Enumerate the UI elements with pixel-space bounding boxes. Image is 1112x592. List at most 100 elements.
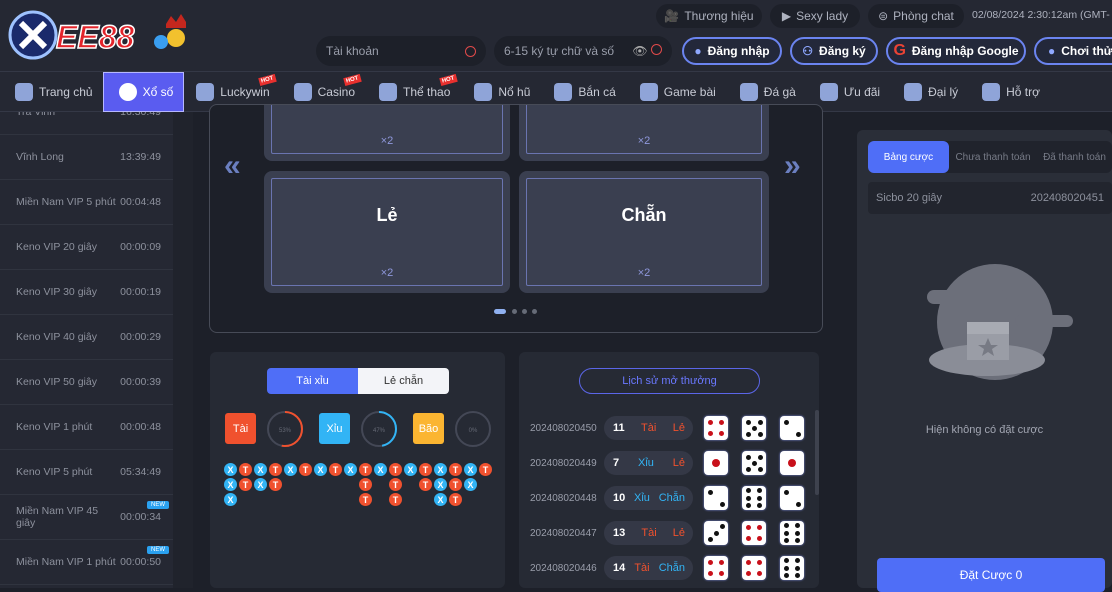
sexy-lady-link[interactable]: ▶ Sexy lady bbox=[770, 4, 860, 28]
google-login-button[interactable]: G Đăng nhập Google bbox=[886, 37, 1026, 65]
bead-tai: T bbox=[299, 463, 312, 476]
die-5 bbox=[742, 451, 766, 475]
robot-icon: ● bbox=[1048, 44, 1056, 58]
play-icon bbox=[293, 82, 312, 101]
tab-le-chan[interactable]: Lẻ chẵn bbox=[358, 368, 449, 394]
eye-off-icon[interactable]: 👁 bbox=[632, 44, 647, 58]
nav-item-1[interactable]: Xổ số bbox=[102, 71, 185, 112]
user-plus-icon: ⚇ bbox=[802, 44, 814, 58]
result-pill: 13 Tài Lẻ bbox=[604, 521, 693, 545]
draw-history-button[interactable]: Lịch sử mở thưởng bbox=[579, 368, 760, 394]
header: EE88 🎥 Thương hiệu ▶ Sexy lady ⊜ Phòng chat… bbox=[0, 0, 1112, 72]
bet-card[interactable]: ×2 bbox=[519, 105, 769, 161]
die-4 bbox=[742, 556, 766, 580]
slot-icon bbox=[474, 82, 493, 101]
bead-xiu: X bbox=[374, 463, 387, 476]
brand-link[interactable]: 🎥 Thương hiệu bbox=[656, 4, 762, 28]
bead-tai: T bbox=[389, 463, 402, 476]
tab-unpaid[interactable]: Chưa thanh toán bbox=[949, 152, 1037, 163]
bead-tai: T bbox=[389, 493, 402, 506]
bead-xiu: X bbox=[434, 463, 447, 476]
login-button[interactable]: ● Đăng nhập bbox=[682, 37, 782, 65]
bead-xiu: X bbox=[284, 463, 297, 476]
stats-tabs: Tài xỉu Lẻ chẵn bbox=[267, 368, 449, 394]
bead-xiu: X bbox=[344, 463, 357, 476]
history-row: 202408020449 7 Xỉu Lẻ bbox=[530, 451, 693, 475]
sidebar-lottery-item[interactable]: Miền Nam VIP 1 phút 00:00:50 NEW bbox=[0, 540, 173, 585]
hot-badge: HOT bbox=[343, 73, 362, 86]
datetime: 02/08/2024 2:30:12am (GMT- bbox=[972, 9, 1110, 21]
new-badge: NEW bbox=[147, 546, 169, 554]
page-dot-active[interactable] bbox=[494, 309, 506, 314]
book-icon bbox=[982, 82, 1001, 101]
bead-tai: T bbox=[329, 463, 342, 476]
hot-badge: HOT bbox=[258, 73, 277, 86]
next-arrow-icon[interactable]: » bbox=[784, 149, 801, 183]
bet-card-chan[interactable]: Chẵn ×2 bbox=[519, 171, 769, 293]
result-pill: 11 Tài Lẻ bbox=[604, 416, 693, 440]
sidebar-lottery-item[interactable]: Keno VIP 50 giây 00:00:39 bbox=[0, 360, 173, 405]
page-dot[interactable] bbox=[512, 309, 517, 314]
bead-tai: T bbox=[389, 478, 402, 491]
percent-text: 47% bbox=[373, 428, 386, 434]
sidebar-lottery-item[interactable]: Trà Vinh 16:30:49 bbox=[0, 112, 173, 135]
bet-card[interactable]: ×2 bbox=[264, 105, 510, 161]
chat-room-link[interactable]: ⊜ Phòng chat bbox=[868, 4, 964, 28]
history-scrollbar[interactable] bbox=[815, 410, 819, 495]
sidebar-lottery-item[interactable]: Keno VIP 30 giây 00:00:19 bbox=[0, 270, 173, 315]
bead-tai: T bbox=[449, 463, 462, 476]
clear-icon[interactable] bbox=[651, 44, 662, 55]
sidebar-lottery-item[interactable]: Miền Nam VIP 45 giây 00:00:34 NEW bbox=[0, 495, 173, 540]
page-dot[interactable] bbox=[532, 309, 537, 314]
tab-bet-table[interactable]: Bảng cược bbox=[868, 141, 949, 173]
sidebar-scrollbar[interactable] bbox=[173, 112, 193, 588]
cards-icon bbox=[639, 82, 658, 101]
die-2 bbox=[704, 486, 728, 510]
lottery-sidebar: Trà Vinh 16:30:49 Vĩnh Long 13:39:49 Miền Na… bbox=[0, 112, 173, 588]
rooster-icon bbox=[739, 82, 758, 101]
bead-tai: T bbox=[359, 493, 372, 506]
percent-text: 0% bbox=[469, 428, 478, 434]
result-pill: 7 Xỉu Lẻ bbox=[604, 451, 693, 475]
percent-ring: 53% bbox=[267, 411, 303, 447]
bet-card-le[interactable]: Lẻ ×2 bbox=[264, 171, 510, 293]
stat-label-1: Xỉu bbox=[319, 413, 350, 444]
stat-label-2: Bão bbox=[413, 413, 444, 444]
account-input[interactable]: Tài khoản bbox=[316, 36, 486, 66]
clear-icon[interactable] bbox=[465, 45, 476, 57]
die-2 bbox=[780, 416, 804, 440]
trial-button[interactable]: ● Chơi thử bbox=[1034, 37, 1112, 65]
bead-xiu: X bbox=[314, 463, 327, 476]
place-bet-button[interactable]: Đặt Cược 0 bbox=[877, 558, 1105, 592]
percent-text: 53% bbox=[279, 428, 292, 434]
die-2 bbox=[780, 486, 804, 510]
nav-item-0[interactable]: Trang chủ bbox=[0, 72, 103, 112]
page-dot[interactable] bbox=[522, 309, 527, 314]
result-pill: 10 Xỉu Chẵn bbox=[604, 486, 693, 510]
bet-board: ×2 ×2 Lẻ ×2 Chẵn ×2 « » bbox=[209, 104, 823, 333]
password-input[interactable]: 6-15 ký tự chữ và số 👁 bbox=[494, 36, 672, 66]
die-3 bbox=[704, 521, 728, 545]
history-row: 202408020447 13 Tài Lẻ bbox=[530, 521, 693, 545]
percent-ring: 47% bbox=[361, 411, 397, 447]
bet-slip: Bảng cược Chưa thanh toán Đã thanh toán … bbox=[857, 130, 1112, 592]
bead-xiu: X bbox=[464, 478, 477, 491]
sidebar-lottery-item[interactable]: Vĩnh Long 13:39:49 bbox=[0, 135, 173, 180]
fish-icon bbox=[554, 82, 573, 101]
bead-xiu: X bbox=[434, 493, 447, 506]
nav-item-11[interactable]: Hỗ trợ bbox=[970, 72, 1052, 112]
sidebar-lottery-item[interactable]: Keno VIP 1 phút 00:00:48 bbox=[0, 405, 173, 450]
sidebar-lottery-item[interactable]: Miền Nam VIP 5 phút 00:04:48 bbox=[0, 180, 173, 225]
register-button[interactable]: ⚇ Đăng ký bbox=[790, 37, 878, 65]
prev-arrow-icon[interactable]: « bbox=[224, 149, 241, 183]
tab-paid[interactable]: Đã thanh toán bbox=[1037, 152, 1112, 163]
wallet-icon bbox=[819, 82, 838, 101]
sidebar-lottery-item[interactable]: Keno VIP 40 giây 00:00:29 bbox=[0, 315, 173, 360]
sidebar-lottery-item[interactable]: Keno VIP 20 giây 00:00:09 bbox=[0, 225, 173, 270]
nav-item-10[interactable]: Đại lý bbox=[892, 72, 970, 112]
tab-tai-xiu[interactable]: Tài xỉu bbox=[267, 368, 358, 394]
ee88-logo[interactable]: EE88 bbox=[6, 8, 201, 62]
die-6 bbox=[742, 486, 766, 510]
bead-tai: T bbox=[449, 478, 462, 491]
sidebar-lottery-item[interactable]: Keno VIP 5 phút 05:34:49 bbox=[0, 450, 173, 495]
